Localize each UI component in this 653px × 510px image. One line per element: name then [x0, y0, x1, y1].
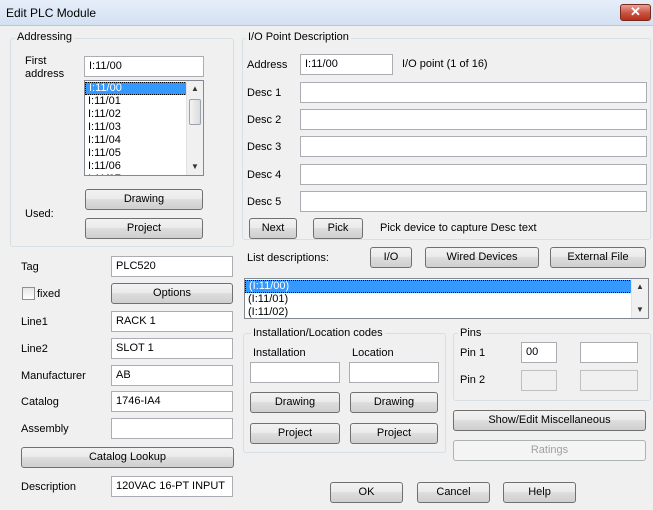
address-field[interactable]: I:11/00: [300, 54, 393, 75]
address-list-scrollbar[interactable]: ▲ ▼: [186, 81, 203, 175]
installation-drawing-button[interactable]: Drawing: [250, 392, 340, 413]
window-title: Edit PLC Module: [6, 6, 97, 20]
desc-1-label: Desc 1: [247, 87, 282, 99]
line1-field[interactable]: RACK 1: [111, 311, 233, 332]
io-point-group-label: I/O Point Description: [246, 31, 351, 44]
desc-5-label: Desc 5: [247, 196, 282, 208]
help-button[interactable]: Help: [503, 482, 576, 503]
pick-hint-text: Pick device to capture Desc text: [380, 222, 537, 234]
description-label: Description: [21, 481, 77, 493]
manufacturer-field[interactable]: AB: [111, 365, 233, 386]
pin2-secondary-field: [580, 370, 638, 391]
manufacturer-label: Manufacturer: [21, 370, 86, 382]
scroll-down-arrow-icon[interactable]: ▼: [187, 159, 203, 175]
addressing-project-button[interactable]: Project: [85, 218, 203, 239]
pin2-field: [521, 370, 557, 391]
io-list-button[interactable]: I/O: [370, 247, 412, 268]
location-project-button[interactable]: Project: [350, 423, 438, 444]
addressing-drawing-button[interactable]: Drawing: [85, 189, 203, 210]
first-address-label: First address: [25, 55, 65, 80]
external-file-button[interactable]: External File: [550, 247, 646, 268]
pins-group-label: Pins: [458, 327, 484, 340]
installation-label: Installation: [253, 347, 306, 359]
tag-label: Tag: [21, 261, 39, 273]
desc-4-label: Desc 4: [247, 169, 282, 181]
description-list-item[interactable]: (I:11/00): [245, 280, 648, 293]
line2-field[interactable]: SLOT 1: [111, 338, 233, 359]
location-label: Location: [352, 347, 394, 359]
scroll-up-arrow-icon[interactable]: ▲: [632, 279, 648, 295]
line2-label: Line2: [21, 343, 48, 355]
pick-button[interactable]: Pick: [313, 218, 363, 239]
pin2-label: Pin 2: [460, 374, 486, 386]
installation-group-label: Installation/Location codes: [251, 327, 385, 340]
close-button[interactable]: ✕: [620, 4, 651, 21]
catalog-lookup-button[interactable]: Catalog Lookup: [21, 447, 234, 468]
desc-2-label: Desc 2: [247, 114, 282, 126]
list-descriptions-label: List descriptions:: [247, 252, 329, 264]
description-listbox[interactable]: (I:11/00) (I:11/01) (I:11/02) ▲ ▼: [244, 278, 649, 319]
pin1-field[interactable]: 00: [521, 342, 557, 363]
io-point-count: I/O point (1 of 16): [402, 58, 488, 70]
desc-3-field[interactable]: [300, 136, 647, 157]
used-label: Used:: [25, 208, 54, 220]
desc-4-field[interactable]: [300, 164, 647, 185]
options-button[interactable]: Options: [111, 283, 233, 304]
scroll-down-arrow-icon[interactable]: ▼: [632, 302, 648, 318]
close-icon: ✕: [630, 4, 641, 19]
desc-2-field[interactable]: [300, 109, 647, 130]
description-list-scrollbar[interactable]: ▲ ▼: [631, 279, 648, 318]
first-address-field[interactable]: I:11/00: [84, 56, 204, 77]
title-bar: [0, 0, 653, 26]
catalog-label: Catalog: [21, 396, 59, 408]
assembly-field[interactable]: [111, 418, 233, 439]
location-drawing-button[interactable]: Drawing: [350, 392, 438, 413]
installation-field[interactable]: [250, 362, 340, 383]
desc-3-label: Desc 3: [247, 141, 282, 153]
tag-field[interactable]: PLC520: [111, 256, 233, 277]
pin1-label: Pin 1: [460, 347, 486, 359]
description-list-item[interactable]: (I:11/02): [245, 306, 648, 318]
assembly-label: Assembly: [21, 423, 69, 435]
line1-label: Line1: [21, 316, 48, 328]
wired-devices-button[interactable]: Wired Devices: [425, 247, 539, 268]
installation-project-button[interactable]: Project: [250, 423, 340, 444]
scroll-up-arrow-icon[interactable]: ▲: [187, 81, 203, 97]
catalog-field[interactable]: 1746-IA4: [111, 391, 233, 412]
desc-1-field[interactable]: [300, 82, 647, 103]
next-button[interactable]: Next: [249, 218, 297, 239]
ratings-button: Ratings: [453, 440, 646, 461]
pin1-secondary-field[interactable]: [580, 342, 638, 363]
address-label: Address: [247, 59, 288, 71]
address-listbox[interactable]: I:11/00 I:11/01 I:11/02 I:11/03 I:11/04 I:11/…: [84, 80, 204, 176]
description-list-item[interactable]: (I:11/01): [245, 293, 648, 306]
description-field[interactable]: 120VAC 16-PT INPUT: [111, 476, 233, 497]
cancel-button[interactable]: Cancel: [417, 482, 490, 503]
addressing-group-label: Addressing: [15, 31, 75, 44]
location-field[interactable]: [349, 362, 439, 383]
show-edit-miscellaneous-button[interactable]: Show/Edit Miscellaneous: [453, 410, 646, 431]
scroll-thumb[interactable]: [189, 99, 201, 125]
desc-5-field[interactable]: [300, 191, 647, 212]
ok-button[interactable]: OK: [330, 482, 403, 503]
fixed-label: fixed: [37, 288, 61, 300]
fixed-checkbox[interactable]: [22, 287, 35, 300]
